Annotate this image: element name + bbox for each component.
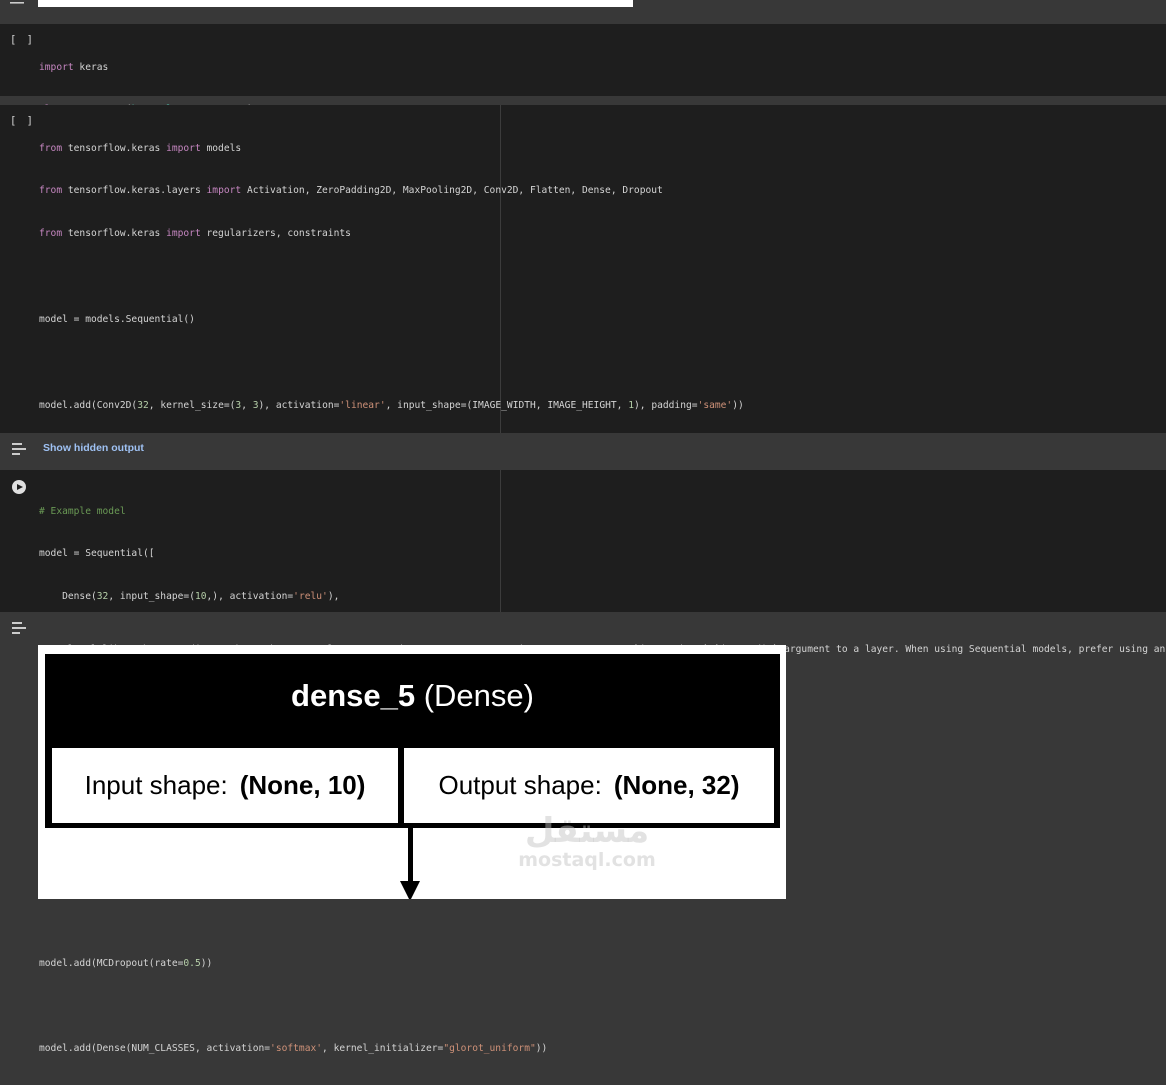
model-plot-image: dense_5 (Dense) Input shape: (None, 10) …	[38, 645, 786, 899]
code-cell-2[interactable]: [ ] from tensorflow.keras import models …	[0, 105, 1166, 1054]
layer-title: dense_5 (Dense)	[45, 678, 780, 714]
code-cell-3[interactable]: # Example model model = Sequential([ Den…	[0, 470, 1166, 817]
connector-arrow-line	[408, 828, 413, 888]
code-line: model.add(Dense(NUM_CLASSES, activation=…	[39, 1043, 548, 1055]
output-toggle-icon[interactable]	[12, 441, 28, 455]
watermark-logo: مستقل	[524, 811, 650, 851]
code-cell-1[interactable]: [ ] import keras class MCDropout(keras.l…	[0, 24, 1166, 201]
code-line: from tensorflow.keras.layers import Acti…	[39, 185, 663, 197]
watermark-site: mostaql.com	[518, 849, 656, 871]
watermark: مستقل mostaql.com	[512, 813, 662, 871]
output-shape-value: (None, 32)	[613, 770, 740, 800]
code-line: from tensorflow.keras import models	[39, 142, 242, 154]
layer-node: dense_5 (Dense) Input shape: (None, 10) …	[45, 654, 780, 828]
previous-output-strip	[0, 0, 1166, 24]
previous-output-image	[38, 0, 633, 7]
input-shape-cell: Input shape: (None, 10)	[52, 748, 398, 823]
output-toggle-icon[interactable]	[10, 0, 26, 6]
code-line: # Example model	[39, 505, 126, 517]
code-line: model = models.Sequential()	[39, 314, 195, 326]
layer-type: (Dense)	[423, 678, 534, 713]
arrow-down-icon	[400, 881, 420, 899]
code-line: import keras	[39, 61, 109, 73]
output-shape-label: Output shape:	[438, 770, 602, 800]
layer-name: dense_5	[291, 678, 416, 713]
input-shape-label: Input shape:	[84, 770, 228, 800]
show-hidden-output-link[interactable]: Show hidden output	[43, 442, 144, 454]
output-toggle-icon[interactable]	[12, 620, 28, 634]
cell-run-bracket[interactable]: [ ]	[10, 115, 35, 127]
code-line: model.add(MCDropout(rate=0.5))	[39, 957, 213, 969]
code-line: from tensorflow.keras import regularizer…	[39, 228, 351, 240]
code-line: model = Sequential([	[39, 548, 155, 560]
code-line: Dense(32, input_shape=(10,), activation=…	[39, 591, 340, 603]
cell-2-output	[0, 433, 1166, 470]
cell-run-bracket[interactable]: [ ]	[10, 34, 35, 46]
code-line: model.add(Conv2D(32, kernel_size=(3, 3),…	[39, 399, 744, 411]
run-cell-button[interactable]	[12, 480, 26, 494]
input-shape-value: (None, 10)	[239, 770, 366, 800]
